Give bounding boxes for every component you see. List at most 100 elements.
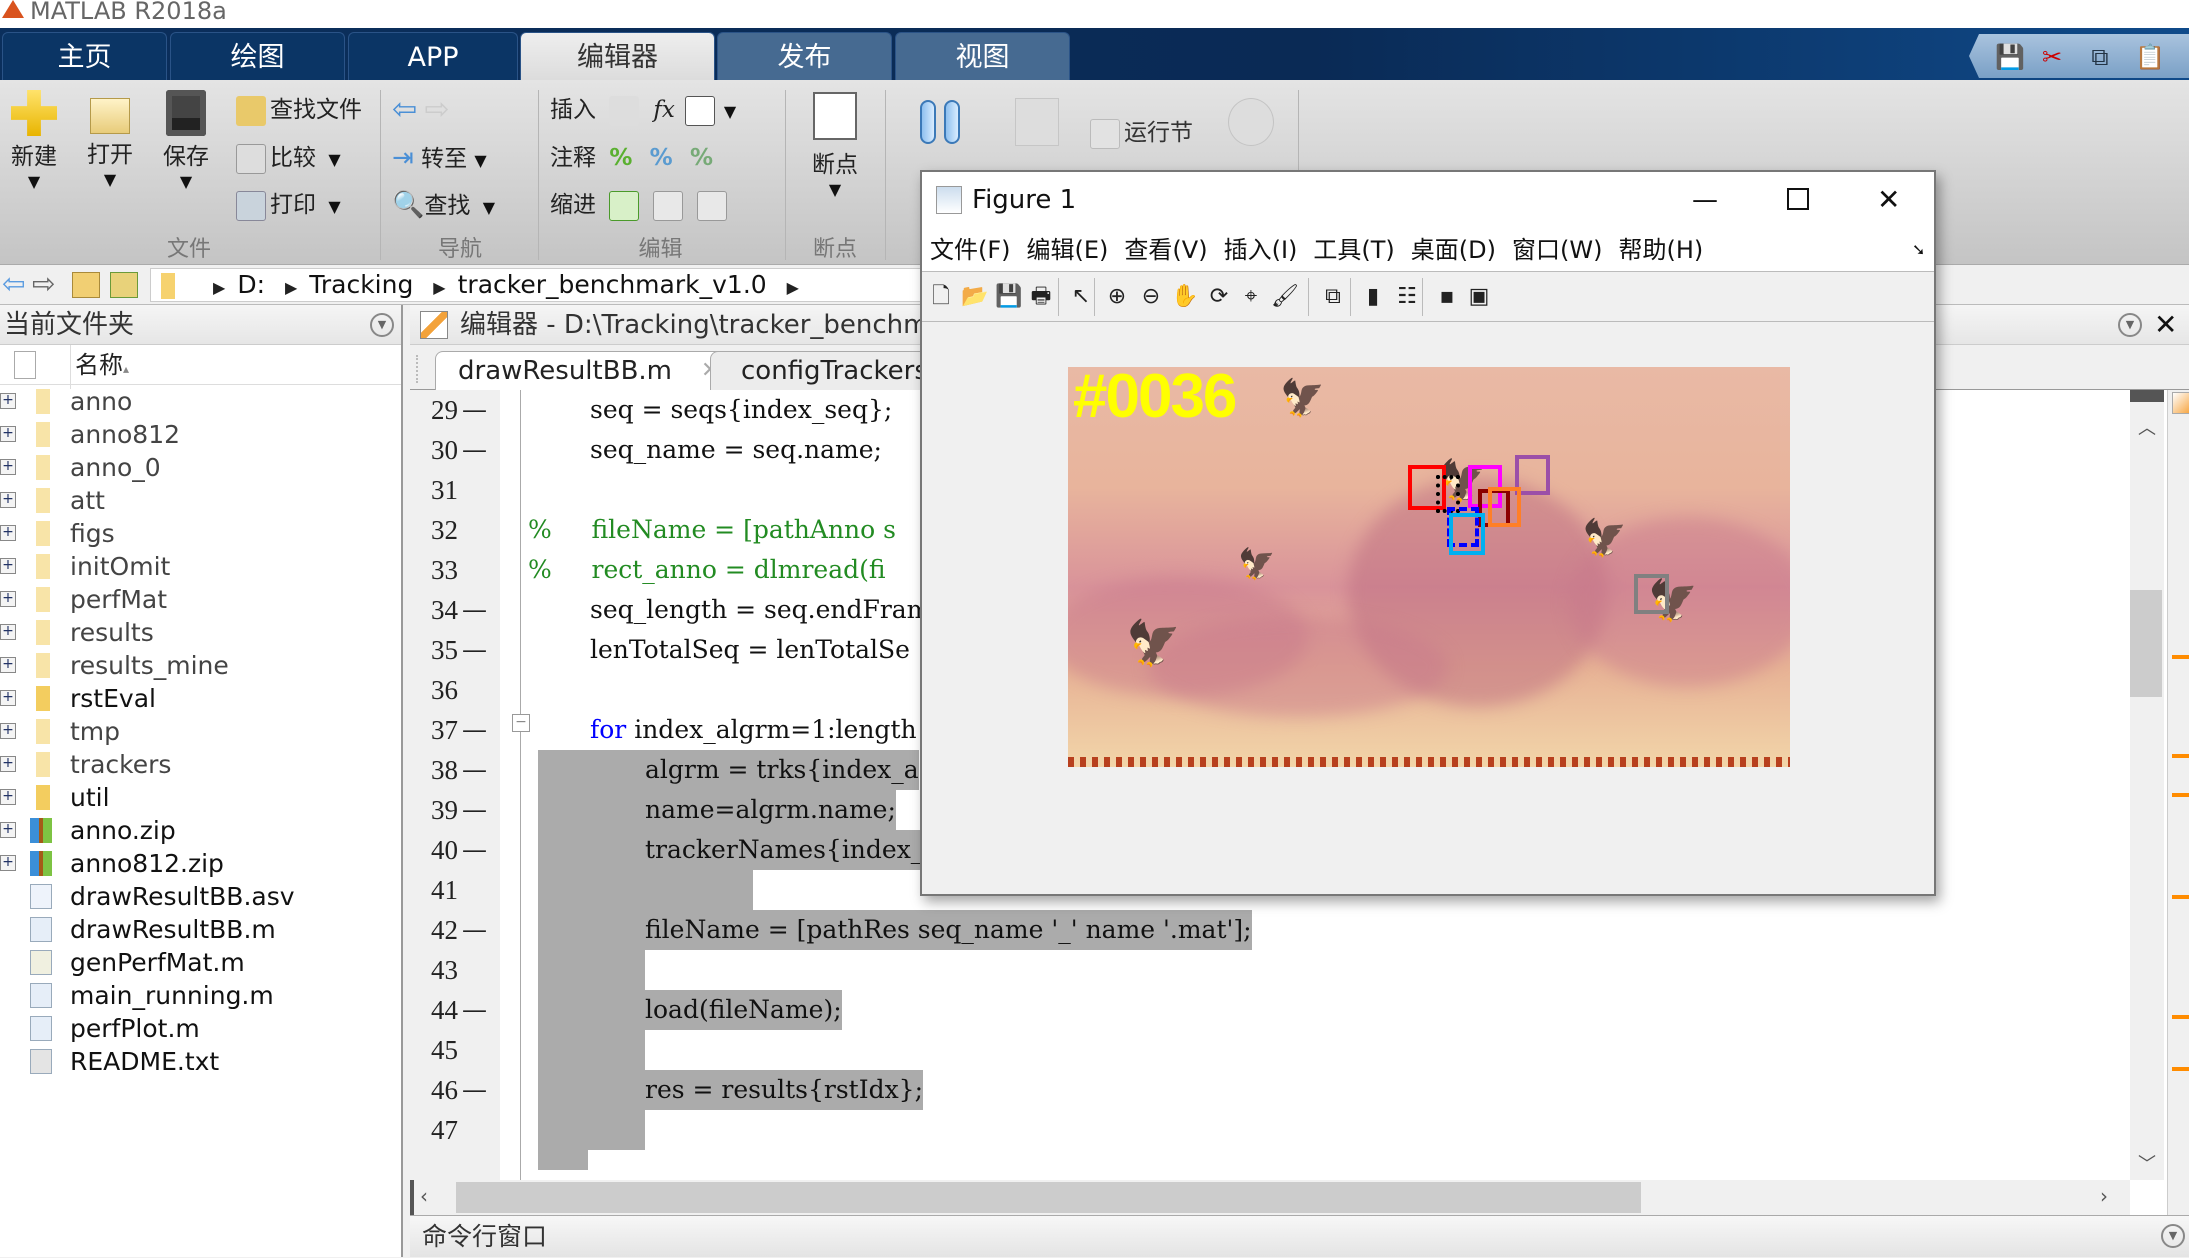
expand-icon[interactable]: + bbox=[0, 525, 16, 541]
line-number[interactable]: 47 bbox=[410, 1110, 458, 1150]
file-list-item[interactable]: + anno.zip bbox=[0, 814, 401, 847]
file-list-item[interactable]: + anno812.zip bbox=[0, 847, 401, 880]
file-list-item[interactable]: + util bbox=[0, 781, 401, 814]
breadcrumb-benchmark[interactable]: tracker_benchmark_v1.0 bbox=[458, 270, 767, 299]
tab-home[interactable]: 主页 bbox=[2, 32, 167, 80]
expand-icon[interactable]: + bbox=[0, 624, 16, 640]
breakpoint-marker[interactable]: — bbox=[462, 910, 487, 950]
figure-menu-item[interactable]: 文件(F) bbox=[930, 236, 1011, 264]
data-cursor-icon[interactable]: ⌖ bbox=[1236, 282, 1266, 312]
tab-publish[interactable]: 发布 bbox=[717, 32, 892, 80]
expand-icon[interactable]: + bbox=[0, 459, 16, 475]
file-list-item[interactable]: drawResultBB.m bbox=[0, 913, 401, 946]
breakpoint-marker[interactable]: — bbox=[462, 750, 487, 790]
file-list-item[interactable]: + rstEval bbox=[0, 682, 401, 715]
file-list-item[interactable]: + results_mine bbox=[0, 649, 401, 682]
print-button[interactable]: 打印 ▼ bbox=[236, 190, 341, 222]
breakpoint-marker[interactable]: — bbox=[462, 710, 487, 750]
horizontal-scroll-thumb[interactable] bbox=[456, 1182, 1641, 1213]
brush-icon[interactable]: 🖌 bbox=[1270, 282, 1300, 312]
column-header[interactable]: 名称▴ bbox=[0, 345, 401, 389]
line-number[interactable]: 43 bbox=[410, 950, 458, 990]
insert-button[interactable]: 插入 fx ▼ bbox=[550, 95, 736, 127]
figure-menu-item[interactable]: 查看(V) bbox=[1124, 236, 1207, 264]
tab-grip-icon[interactable] bbox=[416, 355, 418, 383]
paste-icon[interactable]: 📋 bbox=[2135, 42, 2165, 72]
address-path-field[interactable]: ▶ D: ▶ Tracking ▶ tracker_benchmark_v1.0 ▶ bbox=[150, 268, 949, 302]
warning-marker[interactable] bbox=[2172, 793, 2189, 797]
file-list-item[interactable]: + perfMat bbox=[0, 583, 401, 616]
save-button[interactable]: 保存 ▼ bbox=[156, 90, 216, 191]
figure-title-bar[interactable]: Figure 1 — ✕ bbox=[922, 172, 1934, 228]
up-folder-icon[interactable] bbox=[72, 272, 100, 298]
save-icon[interactable]: 💾 bbox=[1995, 42, 2025, 72]
breakpoint-marker[interactable]: — bbox=[462, 430, 487, 470]
figure-menu-item[interactable]: 插入(I) bbox=[1224, 236, 1298, 264]
line-number[interactable]: 45 bbox=[410, 1030, 458, 1070]
tab-plots[interactable]: 绘图 bbox=[170, 32, 345, 80]
code-line[interactable]: 45 bbox=[410, 1030, 2130, 1070]
figure-menu-item[interactable]: 编辑(E) bbox=[1027, 236, 1109, 264]
code-line[interactable]: 47 bbox=[410, 1110, 2130, 1150]
code-line[interactable]: 43 bbox=[410, 950, 2130, 990]
scroll-up-icon[interactable]: ︿ bbox=[2138, 414, 2156, 440]
line-number[interactable]: 36 bbox=[410, 670, 458, 710]
zoom-in-icon[interactable]: ⊕ bbox=[1102, 282, 1132, 312]
uncomment-icon[interactable]: % bbox=[650, 145, 673, 171]
cut-icon[interactable]: ✂ bbox=[2039, 42, 2065, 72]
copy-icon[interactable]: ⧉ bbox=[2087, 42, 2113, 72]
open-button[interactable]: 打开 ▼ bbox=[80, 90, 140, 189]
scroll-right-icon[interactable]: › bbox=[2100, 1184, 2108, 1208]
crumb-arrow-icon[interactable]: ▶ bbox=[787, 278, 799, 297]
code-line[interactable]: 46— res = results{rstIdx}; bbox=[410, 1070, 2130, 1110]
fold-collapse-icon[interactable]: − bbox=[512, 714, 530, 732]
line-number[interactable]: 39 bbox=[410, 790, 458, 830]
tab-apps[interactable]: APP bbox=[348, 32, 518, 80]
indent-button[interactable]: 缩进 bbox=[550, 190, 731, 221]
vertical-scrollbar[interactable]: ︿ ﹀ bbox=[2130, 390, 2164, 1180]
warning-marker[interactable] bbox=[2172, 1067, 2189, 1071]
fi-icon[interactable] bbox=[684, 95, 715, 126]
close-editor-icon[interactable]: ✕ bbox=[2154, 305, 2177, 345]
hide-plot-tools-icon[interactable]: ▪ bbox=[1432, 282, 1462, 312]
figure-menu-item[interactable]: 工具(T) bbox=[1313, 236, 1394, 264]
expand-icon[interactable]: + bbox=[0, 756, 16, 772]
line-number[interactable]: 30 bbox=[410, 430, 458, 470]
warning-marker[interactable] bbox=[2172, 754, 2189, 758]
breadcrumb-drive[interactable]: D: bbox=[237, 270, 265, 299]
expand-icon[interactable]: + bbox=[0, 789, 16, 805]
pan-hand-icon[interactable]: ✋ bbox=[1170, 282, 1200, 312]
file-list-item[interactable]: drawResultBB.asv bbox=[0, 880, 401, 913]
rotate-3d-icon[interactable]: ⟳ bbox=[1204, 282, 1234, 312]
tab-view[interactable]: 视图 bbox=[895, 32, 1070, 80]
compare-button[interactable]: 比较 ▼ bbox=[236, 143, 341, 175]
close-icon[interactable]: ✕ bbox=[1877, 172, 1900, 228]
file-list-item[interactable]: + trackers bbox=[0, 748, 401, 781]
scroll-down-icon[interactable]: ﹀ bbox=[2138, 1150, 2156, 1176]
colorbar-icon[interactable]: ▮ bbox=[1358, 282, 1388, 312]
axes-image[interactable]: #0036 🦅 🦅 🦅 🦅 🦅 🦅 bbox=[1068, 367, 1790, 767]
panel-menu-icon[interactable]: ▼ bbox=[370, 313, 394, 337]
expand-icon[interactable]: + bbox=[0, 558, 16, 574]
find-files-button[interactable]: 查找文件 bbox=[236, 95, 362, 126]
warning-marker[interactable] bbox=[2172, 655, 2189, 659]
tab-drawresultbb[interactable]: drawResultBB.m ✕ bbox=[435, 351, 740, 391]
breakpoint-marker[interactable]: — bbox=[462, 790, 487, 830]
line-number[interactable]: 34 bbox=[410, 590, 458, 630]
horizontal-scrollbar[interactable]: ‹ › bbox=[410, 1180, 2130, 1215]
line-number[interactable]: 35 bbox=[410, 630, 458, 670]
comment-button[interactable]: 注释 % % % bbox=[550, 143, 713, 173]
comment-percent-icon[interactable]: % bbox=[609, 145, 632, 171]
run-section-button[interactable]: 运行节 bbox=[1090, 118, 1193, 149]
minimize-icon[interactable]: — bbox=[1692, 172, 1718, 228]
open-file-icon[interactable]: 📂 bbox=[960, 282, 990, 312]
find-button[interactable]: 🔍查找 ▼ bbox=[392, 190, 495, 223]
expand-icon[interactable]: + bbox=[0, 591, 16, 607]
line-number[interactable]: 31 bbox=[410, 470, 458, 510]
file-list-item[interactable]: + att bbox=[0, 484, 401, 517]
command-window-header[interactable]: 命令行窗口 ▼ bbox=[410, 1215, 2189, 1257]
file-list-item[interactable]: genPerfMat.m bbox=[0, 946, 401, 979]
breakpoint-marker[interactable]: — bbox=[462, 390, 487, 430]
warning-marker[interactable] bbox=[2172, 1015, 2189, 1019]
figure-menu-item[interactable]: 窗口(W) bbox=[1512, 236, 1602, 264]
